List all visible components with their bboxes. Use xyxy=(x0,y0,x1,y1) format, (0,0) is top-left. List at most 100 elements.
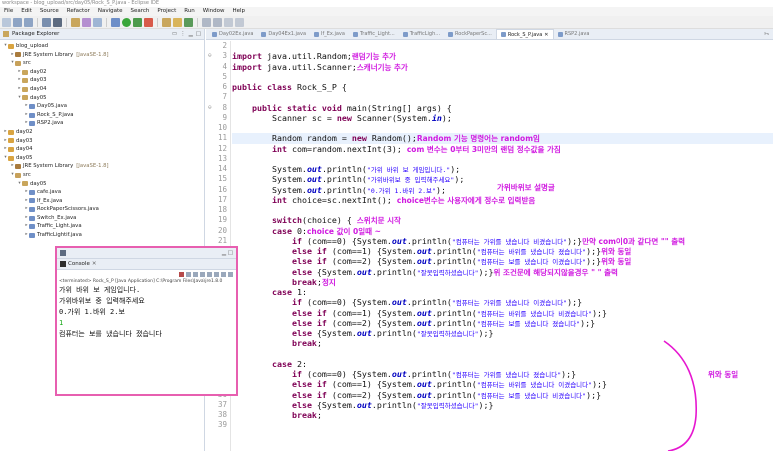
console-window-controls[interactable]: ▁ □ xyxy=(222,250,236,256)
open-console-icon[interactable] xyxy=(228,271,233,277)
menu-project[interactable]: Project xyxy=(153,7,180,16)
tree-item[interactable]: ▸ Day05.java xyxy=(0,102,204,111)
open-type-icon[interactable] xyxy=(82,17,91,27)
tree-item[interactable]: ▸ JRE System Library [JavaSE-1.8] xyxy=(0,162,204,171)
tree-item[interactable]: ▾ day05 xyxy=(0,154,204,163)
scroll-lock-icon[interactable] xyxy=(200,271,205,277)
menu-run[interactable]: Run xyxy=(180,7,199,16)
editor-tab[interactable]: Day02Ex.java xyxy=(208,29,257,39)
external-tools-icon[interactable] xyxy=(144,17,153,27)
tree-item[interactable]: ▸ day02 xyxy=(0,68,204,77)
menu-window[interactable]: Window xyxy=(199,7,229,16)
editor-tab[interactable]: RSP2.java xyxy=(554,29,594,39)
save-all-icon[interactable] xyxy=(24,17,33,27)
java-file-icon xyxy=(29,224,35,230)
editor-tab-label: Traffic_Light... xyxy=(359,31,395,37)
tree-item-label: Traffic_Light.java xyxy=(37,223,82,230)
toolbar-separator xyxy=(66,17,67,27)
project-icon xyxy=(8,129,14,135)
menu-edit[interactable]: Edit xyxy=(17,7,36,16)
tree-item-label: day03 xyxy=(16,137,33,144)
editor-tab[interactable]: Day04Ex1.java xyxy=(257,29,310,39)
terminal-icon[interactable] xyxy=(53,17,62,27)
tree-item[interactable]: ▸ day04 xyxy=(0,145,204,154)
remove-launch-icon[interactable] xyxy=(186,271,191,277)
editor-tab[interactable]: TrafficLigh... xyxy=(399,29,444,39)
tree-item[interactable]: ▾ day05 xyxy=(0,94,204,103)
console-tab[interactable]: Console ✕ xyxy=(57,259,236,270)
tree-item[interactable]: ▸ If_Ex.java xyxy=(0,197,204,206)
clear-console-icon[interactable] xyxy=(193,271,198,277)
tree-item[interactable]: ▾ src xyxy=(0,59,204,68)
tree-item-label: JRE System Library xyxy=(23,163,74,170)
menu-source[interactable]: Source xyxy=(36,7,63,16)
package-icon xyxy=(22,181,28,187)
tree-item[interactable]: ▸ RSP2.java xyxy=(0,119,204,128)
tree-item-label: cafe.java xyxy=(37,189,62,196)
tab-overflow-button[interactable]: »₅ xyxy=(760,29,773,39)
tree-item[interactable]: ▸ Rock_S_P.java xyxy=(0,111,204,120)
menu-refactor[interactable]: Refactor xyxy=(63,7,94,16)
collapse-all-icon[interactable]: ▭ xyxy=(172,31,177,37)
editor-tab[interactable]: RockPaperSc... xyxy=(444,29,496,39)
coverage-icon[interactable] xyxy=(133,17,142,27)
package-explorer-title[interactable]: Package Explorer xyxy=(12,31,59,37)
tree-item[interactable]: ▾ blog_upload xyxy=(0,42,204,51)
console-output-line: 컴퓨터는 보를 냈습니다 졌습니다 xyxy=(59,330,162,338)
editor-tab[interactable]: If_Ex.java xyxy=(310,29,349,39)
console-output[interactable]: 가위 바위 보 게임입니다. 가위바위보 중 입력해주세요 0.가위 1.바위 2.… xyxy=(57,285,236,340)
view-menu-icon[interactable]: ⋮ xyxy=(180,31,186,37)
prev-annotation-icon[interactable] xyxy=(213,17,222,27)
close-icon[interactable]: ✕ xyxy=(544,30,548,40)
run-icon[interactable] xyxy=(122,17,131,27)
java-file-icon xyxy=(402,31,408,37)
menu-help[interactable]: Help xyxy=(228,7,249,16)
close-icon[interactable]: ✕ xyxy=(92,261,97,267)
code-area[interactable]: 2⊖34567⊖89101112131415161718192021222324… xyxy=(206,41,773,451)
tree-item-label: RockPaperScissors.java xyxy=(37,206,99,213)
tree-item[interactable]: ▸ day03 xyxy=(0,137,204,146)
menu-navigate[interactable]: Navigate xyxy=(94,7,127,16)
view-controls: ▭ ⋮ ▁ □ xyxy=(172,31,204,37)
save-icon[interactable] xyxy=(13,17,22,27)
console-terminated-label: <terminated> Rock_S_P [Java Application]… xyxy=(59,279,223,284)
menu-search[interactable]: Search xyxy=(127,7,154,16)
console-output-line: 0.가위 1.바위 2.보 xyxy=(59,308,125,316)
terminate-icon[interactable] xyxy=(179,271,184,277)
tree-item[interactable]: ▸ day04 xyxy=(0,85,204,94)
debug-icon[interactable] xyxy=(42,17,51,27)
editor-tab[interactable]: Rock_S_P.java ✕ xyxy=(495,29,554,40)
console-user-input: 1 xyxy=(59,319,64,327)
java-file-icon xyxy=(261,31,267,37)
tree-item[interactable]: ▸ cafe.java xyxy=(0,188,204,197)
tree-item[interactable]: ▸ Traffic_Light.java xyxy=(0,222,204,231)
pin-console-icon[interactable] xyxy=(214,271,219,277)
tree-item[interactable]: ▸ JRE System Library [JavaSE-1.8] xyxy=(0,51,204,60)
search-icon[interactable] xyxy=(93,17,102,27)
tree-item[interactable]: ▾ day05 xyxy=(0,180,204,189)
back-icon[interactable] xyxy=(224,17,233,27)
build-icon[interactable] xyxy=(71,17,80,27)
tree-item[interactable]: ▸ TrafficLightif.java xyxy=(0,231,204,240)
new-class-icon[interactable] xyxy=(184,17,193,27)
package-icon xyxy=(22,95,28,101)
menu-file[interactable]: File xyxy=(0,7,17,16)
tree-item[interactable]: ▸ Switch_Ex.java xyxy=(0,214,204,223)
run-debug-icon[interactable] xyxy=(111,17,120,27)
display-console-icon[interactable] xyxy=(221,271,226,277)
tree-item[interactable]: ▾ src xyxy=(0,171,204,180)
new-package-icon[interactable] xyxy=(173,17,182,27)
package-icon xyxy=(22,86,28,92)
maximize-icon[interactable]: □ xyxy=(196,31,201,37)
tree-item[interactable]: ▸ day03 xyxy=(0,76,204,85)
new-java-project-icon[interactable] xyxy=(162,17,171,27)
forward-icon[interactable] xyxy=(235,17,244,27)
project-icon xyxy=(8,155,14,161)
new-icon[interactable] xyxy=(2,17,11,27)
editor-tab[interactable]: Traffic_Light... xyxy=(349,29,399,39)
next-annotation-icon[interactable] xyxy=(202,17,211,27)
minimize-icon[interactable]: ▁ xyxy=(189,31,193,37)
tree-item[interactable]: ▸ day02 xyxy=(0,128,204,137)
tree-item[interactable]: ▸ RockPaperScissors.java xyxy=(0,205,204,214)
word-wrap-icon[interactable] xyxy=(207,271,212,277)
